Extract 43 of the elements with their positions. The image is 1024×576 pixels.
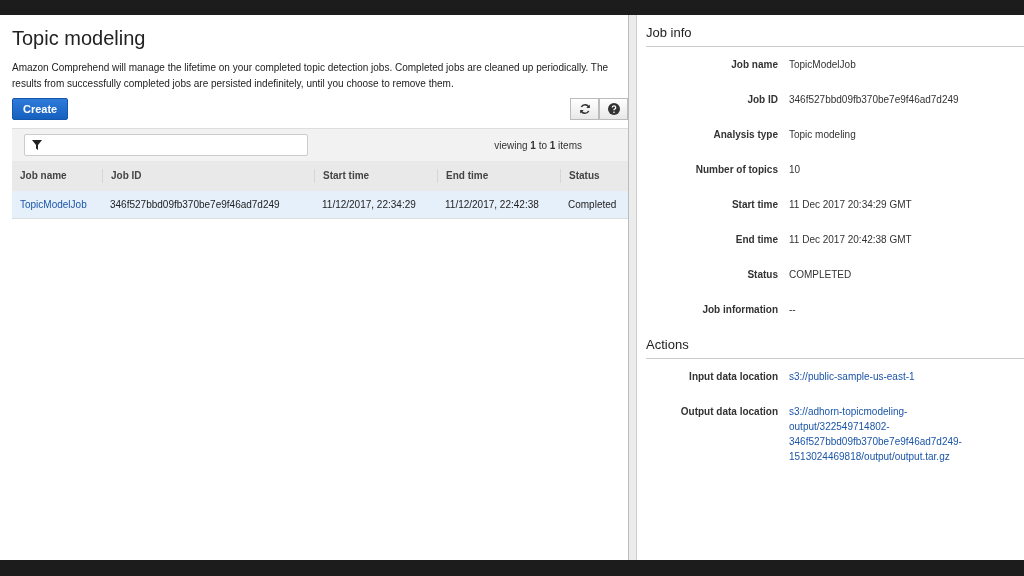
filter-field[interactable]: [24, 134, 308, 156]
field-value: --: [789, 303, 797, 317]
table-row[interactable]: TopicModelJob 346f527bbd09fb370be7e9f46ad7d249 11/12/2017, 22:34:29 11/12/2017, 22:42:38 Completed: [12, 191, 628, 219]
refresh-icon: [578, 103, 591, 115]
field-value: TopicModelJob: [789, 58, 857, 72]
table-cell-text: 346f527bbd09fb370be7e9f46ad7d249: [109, 199, 281, 210]
field-label: Analysis type: [712, 128, 778, 142]
field-label: Job ID: [746, 93, 778, 107]
field-value: Topic modeling: [789, 128, 857, 142]
field-label: Status: [746, 268, 778, 282]
table-cell-text: 11/12/2017, 22:42:38: [444, 199, 540, 210]
job-name-link[interactable]: TopicModelJob: [12, 199, 102, 210]
help-icon: [607, 103, 620, 115]
field-label: Job information: [701, 303, 778, 317]
filter-icon: [32, 140, 42, 150]
field-label: Output data location: [679, 405, 778, 419]
field-value: 346f527bbd09fb370be7e9f46ad7d249: [789, 93, 960, 107]
viewing-count: viewing 1 to 1 items: [494, 139, 582, 151]
location-link[interactable]: s3://public-sample-us-east-1: [789, 369, 979, 384]
section-title: Actions: [646, 337, 1024, 359]
column-header[interactable]: Start time: [314, 169, 437, 183]
refresh-button[interactable]: [570, 98, 599, 120]
page-title: Topic modeling: [12, 27, 147, 50]
field-label: Start time: [730, 198, 778, 212]
field-label: Number of topics: [694, 163, 778, 177]
field-value: COMPLETED: [789, 268, 853, 282]
description-text: Amazon Comprehend will manage the lifetime on your completed topic detection jobs. Completed jobs are cleaned up periodically. The results from successfully completed jobs are persisted indefinitely, until you choose to remove them.: [12, 61, 610, 91]
help-button[interactable]: [599, 98, 628, 120]
create-button[interactable]: Create: [12, 98, 69, 120]
section-title: Job info: [646, 25, 1024, 47]
field-value: 10: [789, 163, 802, 177]
location-link[interactable]: s3://adhorn-topicmodeling-output/322549714802-346f527bbd09fb370be7e9f46ad7d249-1513024469818/output/output.tar.gz: [789, 404, 979, 464]
splitter-handle[interactable]: [628, 15, 637, 560]
field-label: Job name: [730, 58, 778, 72]
field-value: 11 Dec 2017 20:42:38 GMT: [789, 233, 913, 247]
field-value: 11 Dec 2017 20:34:29 GMT: [789, 198, 913, 212]
column-header[interactable]: End time: [437, 169, 560, 183]
table-cell-text: 11/12/2017, 22:34:29: [321, 199, 417, 210]
field-label: End time: [734, 233, 778, 247]
column-header[interactable]: Job name: [12, 169, 102, 183]
table-cell-text: Completed: [567, 199, 618, 210]
field-label: Input data location: [688, 370, 778, 384]
column-header[interactable]: Job ID: [102, 169, 314, 183]
